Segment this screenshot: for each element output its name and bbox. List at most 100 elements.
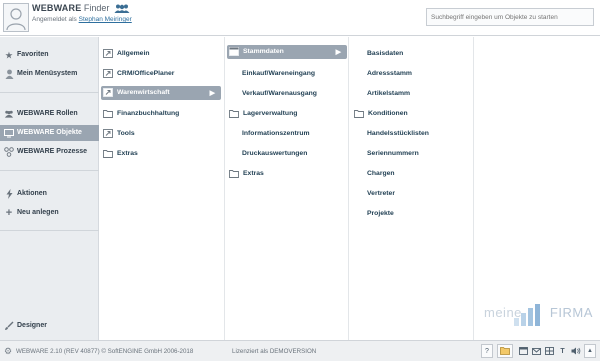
menu-item-label: Allgemein [117, 50, 150, 57]
sidebar-label: Aktionen [17, 190, 47, 197]
menu-item-allgemein[interactable]: Allgemein [103, 47, 219, 61]
menu-item-extras[interactable]: Extras [103, 147, 219, 161]
grid-button[interactable] [544, 344, 555, 358]
sidebar-item-menusystem[interactable]: Mein Menüsystem [0, 66, 99, 82]
menu-item-label: Lagerverwaltung [243, 110, 298, 117]
folder-icon [229, 170, 239, 178]
menu-item-label: Extras [117, 150, 138, 157]
window-arrow-icon [103, 69, 113, 78]
folder-button[interactable] [497, 344, 513, 358]
menu-item-label: CRM/OfficePlaner [117, 70, 175, 77]
menu-item-extras-2[interactable]: Extras [229, 167, 345, 181]
folder-icon [500, 347, 510, 355]
column-stammdaten: Basisdaten Adressstamm Artikelstamm Kond… [349, 37, 474, 340]
sidebar-label: WEBWARE Objekte [17, 129, 82, 136]
sidebar-item-neu[interactable]: + Neu anlegen [0, 205, 99, 221]
brush-icon [4, 321, 14, 331]
user-icon [4, 69, 14, 79]
menu-item-lagerverwaltung[interactable]: Lagerverwaltung [229, 107, 345, 121]
menu-item-konditionen[interactable]: Konditionen [354, 107, 470, 121]
folder-icon [103, 110, 113, 118]
menu-item-crm[interactable]: CRM/OfficePlaner [103, 67, 219, 81]
menu-item-handelsstuecklisten[interactable]: Handelsstücklisten [367, 127, 467, 141]
chevron-right-icon: ▶ [209, 90, 215, 97]
menu-item-label: Informationszentrum [242, 130, 310, 137]
menu-item-label: Adressstamm [367, 70, 412, 77]
menu-item-label: Artikelstamm [367, 90, 411, 97]
status-bar: ⚙ WEBWARE 2.10 (REV 40877) © SoftENGINE … [0, 340, 600, 361]
menu-item-einkauf[interactable]: Einkauf/Wareneingang [242, 67, 342, 81]
folder-icon [354, 110, 364, 118]
menu-item-druckauswertungen[interactable]: Druckauswertungen [242, 147, 342, 161]
logo-bars-icon [514, 304, 540, 326]
column-warenwirtschaft: Stammdaten ▶ Einkauf/Wareneingang Verkau… [225, 37, 349, 340]
sidebar-item-rollen[interactable]: WEBWARE Rollen [0, 106, 99, 122]
expand-button[interactable]: ▲ [584, 344, 596, 358]
menu-item-label: Verkauf/Warenausgang [242, 90, 317, 97]
search-input[interactable] [426, 8, 594, 26]
menu-item-vertreter[interactable]: Vertreter [367, 187, 467, 201]
app-title: WEBWARE Finder [32, 3, 109, 13]
menu-item-label: Warenwirtschaft [117, 89, 170, 96]
menu-item-finanzbuchhaltung[interactable]: Finanzbuchhaltung [103, 107, 219, 121]
sidebar-item-objekte[interactable]: WEBWARE Objekte [0, 125, 99, 141]
menu-item-basisdaten[interactable]: Basisdaten [367, 47, 467, 61]
license-text: Lizenziert als DEMOVERSION [232, 348, 317, 355]
window-icon [519, 347, 528, 355]
window-arrow-icon [103, 49, 113, 58]
help-label: ? [485, 347, 489, 355]
menu-item-label: Druckauswertungen [242, 150, 308, 157]
menu-item-label: Seriennummern [367, 150, 419, 157]
sidebar: ★ Favoriten Mein Menüsystem WEBWARE Roll… [0, 37, 99, 340]
sidebar-item-aktionen[interactable]: Aktionen [0, 186, 99, 202]
menu-item-artikelstamm[interactable]: Artikelstamm [367, 87, 467, 101]
version-text: WEBWARE 2.10 (REV 40877) © SoftENGINE Gm… [16, 348, 194, 355]
menu-item-tools[interactable]: Tools [103, 127, 219, 141]
sidebar-divider [0, 170, 99, 171]
menu-item-adressstamm[interactable]: Adressstamm [367, 67, 467, 81]
gear-icon[interactable]: ⚙ [4, 346, 12, 357]
sidebar-label: Favoriten [17, 51, 49, 58]
column-categories: Allgemein CRM/OfficePlaner Warenwirtscha… [99, 37, 225, 340]
window-icon [229, 47, 239, 56]
user-link[interactable]: Stephan Meiringer [79, 16, 132, 23]
brand-name: WEBWARE [32, 3, 82, 13]
lightning-icon [4, 189, 14, 199]
monitor-icon [4, 128, 14, 138]
menu-item-warenwirtschaft[interactable]: Warenwirtschaft ▶ [101, 86, 221, 100]
text-button[interactable]: T [557, 344, 568, 358]
chevron-right-icon: ▶ [335, 49, 341, 56]
menu-item-label: Basisdaten [367, 50, 404, 57]
sidebar-label: WEBWARE Prozesse [17, 148, 88, 155]
sidebar-item-prozesse[interactable]: WEBWARE Prozesse [0, 144, 99, 160]
mail-icon [532, 347, 541, 355]
menu-item-label: Stammdaten [243, 48, 284, 55]
sidebar-divider [0, 230, 99, 231]
menu-item-informationszentrum[interactable]: Informationszentrum [242, 127, 342, 141]
window-arrow-icon [103, 129, 113, 138]
sidebar-label: WEBWARE Rollen [17, 110, 78, 117]
menu-item-label: Konditionen [368, 110, 408, 117]
star-icon: ★ [5, 50, 13, 60]
menu-item-label: Einkauf/Wareneingang [242, 70, 316, 77]
header: WEBWARE Finder Angemeldet als Stephan Me… [0, 0, 600, 36]
sound-button[interactable] [570, 344, 581, 358]
menu-item-chargen[interactable]: Chargen [367, 167, 467, 181]
users-icon [114, 4, 130, 13]
speaker-icon [571, 347, 580, 355]
help-button[interactable]: ? [481, 344, 493, 358]
menu-item-seriennummern[interactable]: Seriennummern [367, 147, 467, 161]
menu-item-label: Extras [243, 170, 264, 177]
sidebar-item-designer[interactable]: Designer [0, 318, 99, 334]
login-info: Angemeldet als Stephan Meiringer [32, 16, 132, 23]
mail-button[interactable] [531, 344, 542, 358]
watermark-bold: FIRMA [549, 305, 593, 320]
window-button[interactable] [518, 344, 529, 358]
menu-item-label: Vertreter [367, 190, 395, 197]
sidebar-label: Mein Menüsystem [17, 70, 78, 77]
menu-item-verkauf[interactable]: Verkauf/Warenausgang [242, 87, 342, 101]
user-avatar[interactable] [3, 3, 29, 32]
sidebar-item-favoriten[interactable]: ★ Favoriten [0, 47, 99, 63]
menu-item-stammdaten[interactable]: Stammdaten ▶ [227, 45, 347, 59]
menu-item-projekte[interactable]: Projekte [367, 207, 467, 221]
